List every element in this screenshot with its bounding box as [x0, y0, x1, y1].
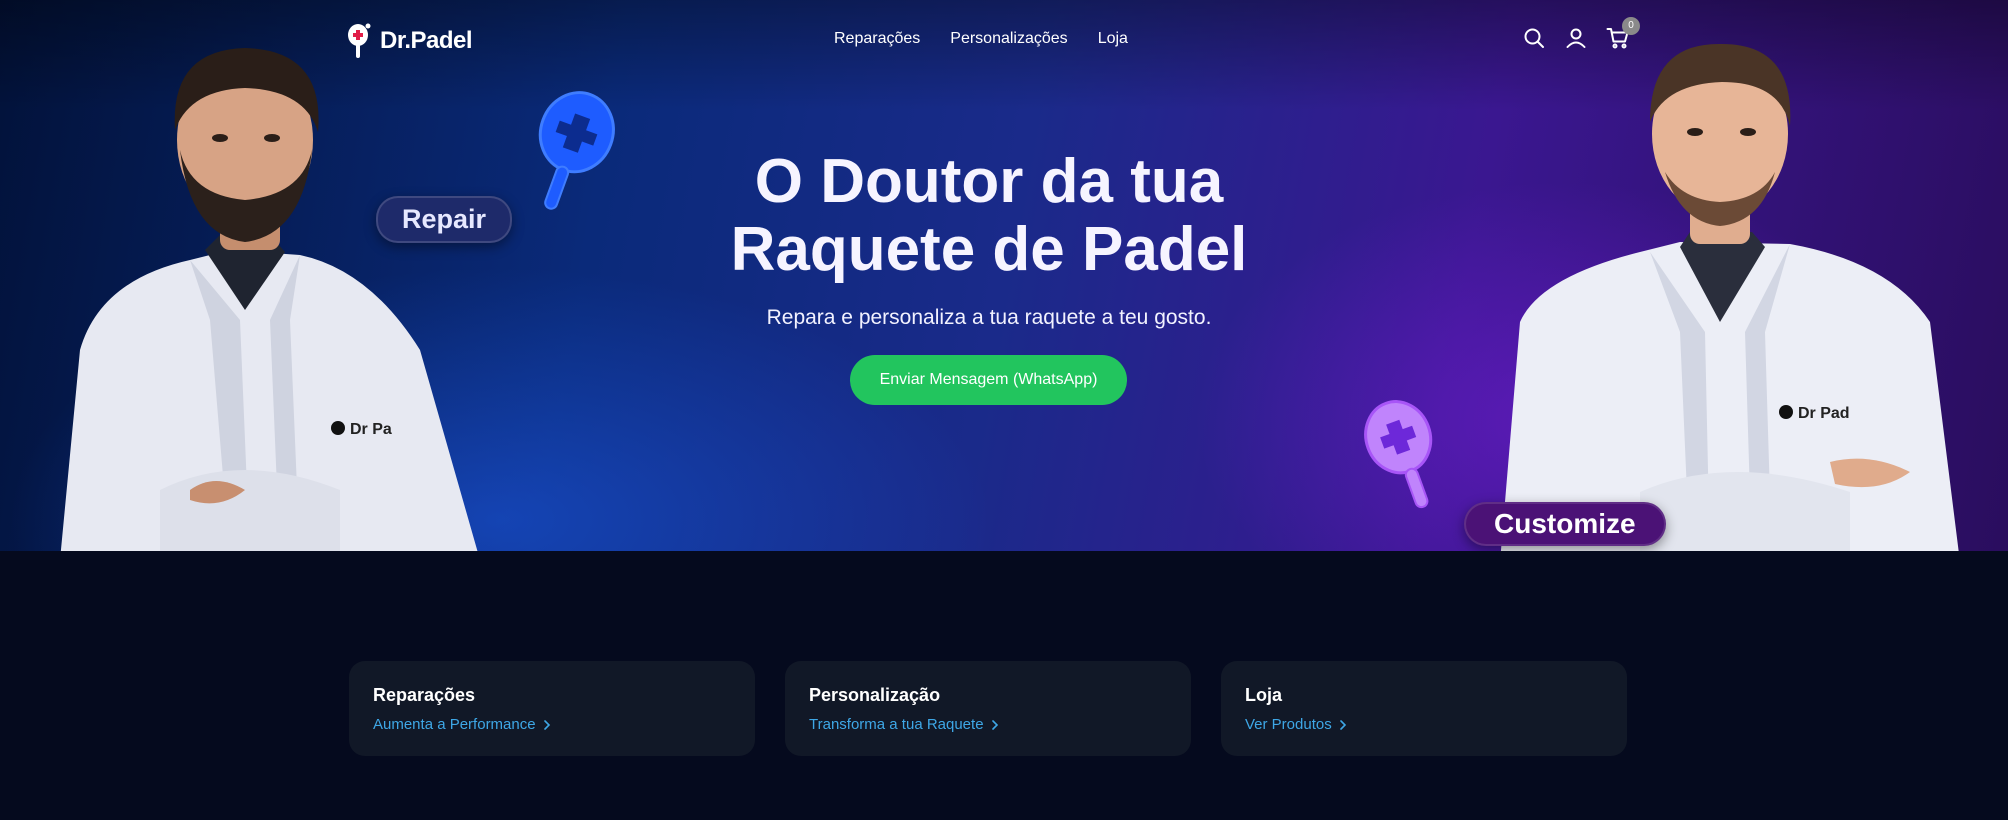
cart-count-badge: 0: [1622, 17, 1640, 35]
card-link-label: Transforma a tua Raquete: [809, 716, 984, 733]
site-header: Dr.Padel Reparações Personalizações Loja…: [0, 0, 2008, 80]
card-title: Reparações: [373, 685, 476, 705]
hero-title: O Doutor da tua Raquete de Padel: [704, 148, 1274, 284]
coat-logo-text-left: Dr Pa: [350, 421, 392, 438]
hero-section: Dr Pa Dr Pad Repair Customize O Doutor d…: [0, 0, 2008, 551]
doctor-right-image: Dr Pad: [1500, 43, 1959, 551]
coat-logo-mark-right: [1779, 405, 1793, 419]
cart-icon[interactable]: 0: [1606, 17, 1640, 50]
whatsapp-cta-button[interactable]: Enviar Mensagem (WhatsApp): [850, 355, 1127, 405]
repair-tag: Repair: [376, 196, 513, 243]
feature-cards: Reparações Aumenta a Performance Persona…: [349, 661, 1627, 756]
user-icon[interactable]: [1564, 26, 1588, 50]
hero-title-line-2: Raquete de Padel: [730, 215, 1248, 284]
card-link-label: Ver Produtos: [1245, 716, 1332, 733]
nav-item-loja[interactable]: Loja: [1098, 30, 1128, 48]
card-link-label: Aumenta a Performance: [373, 716, 536, 733]
purple-racket-icon: [1364, 400, 1433, 509]
chevron-right-icon: [991, 719, 998, 730]
coat-logo-mark: [331, 421, 345, 435]
hero-subtitle: Repara e personaliza a tua raquete a teu…: [766, 306, 1212, 329]
brand-logo[interactable]: Dr.Padel: [346, 22, 473, 60]
customize-tag: Customize: [1464, 502, 1666, 546]
card-link[interactable]: Transforma a tua Raquete: [809, 716, 1000, 733]
card-link[interactable]: Aumenta a Performance: [373, 716, 552, 733]
card-personalizacao[interactable]: Personalização Transforma a tua Raquete: [785, 661, 1191, 756]
card-title: Loja: [1245, 685, 1283, 705]
racket-logo-icon: [348, 23, 371, 58]
hero-title-line-1: O Doutor da tua: [754, 147, 1224, 216]
doctor-left-image: Dr Pa: [60, 48, 478, 551]
brand-name: Dr.Padel: [380, 27, 473, 54]
header-actions: 0: [1522, 17, 1640, 50]
chevron-right-icon: [543, 719, 550, 730]
nav-item-reparacoes[interactable]: Reparações: [834, 30, 920, 48]
chevron-right-icon: [1339, 719, 1346, 730]
search-icon[interactable]: [1522, 26, 1546, 50]
nav-item-personalizacoes[interactable]: Personalizações: [950, 30, 1067, 48]
main-nav: Reparações Personalizações Loja: [834, 30, 1128, 48]
card-title: Personalização: [809, 685, 941, 705]
card-loja[interactable]: Loja Ver Produtos: [1221, 661, 1627, 756]
card-link[interactable]: Ver Produtos: [1245, 716, 1348, 733]
coat-logo-text-right: Dr Pad: [1798, 405, 1850, 422]
blue-racket-icon: [538, 91, 615, 210]
card-reparacoes[interactable]: Reparações Aumenta a Performance: [349, 661, 755, 756]
